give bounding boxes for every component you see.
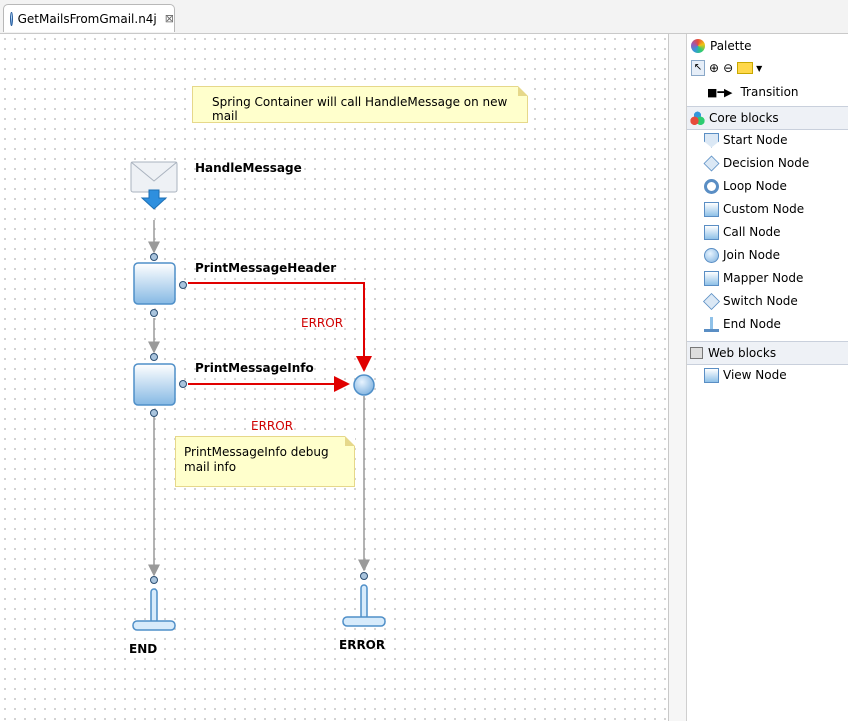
- note-tool-icon[interactable]: [737, 62, 754, 74]
- palette-header: Palette: [687, 36, 848, 56]
- zoom-out-icon[interactable]: ⊖: [723, 61, 733, 75]
- palette-item-view-node[interactable]: View Node: [687, 365, 848, 385]
- start-node-icon: [704, 132, 719, 148]
- chevron-down-icon[interactable]: ▼: [756, 64, 762, 73]
- end-node: [132, 576, 176, 631]
- palette-icon: [691, 39, 705, 53]
- transition-arrow-icon: ■━▶: [707, 85, 733, 99]
- item-label: Call Node: [723, 225, 781, 239]
- vertical-scrollbar[interactable]: [669, 34, 687, 721]
- palette-item-switch-node[interactable]: Switch Node: [687, 291, 848, 311]
- mapper-node-icon: [704, 270, 719, 286]
- select-arrow-icon[interactable]: ↖: [691, 60, 705, 76]
- loop-node-icon: [704, 178, 719, 194]
- item-label: Join Node: [723, 248, 780, 262]
- end-node-icon: [704, 316, 719, 332]
- join-node-icon: [704, 247, 719, 263]
- palette-item-mapper-node[interactable]: Mapper Node: [687, 268, 848, 288]
- decision-node-icon: [703, 155, 720, 171]
- edge-label-error: ERROR: [251, 419, 294, 433]
- palette-section-core[interactable]: Core blocks: [687, 106, 848, 130]
- web-blocks-icon: [690, 347, 703, 359]
- item-label: Custom Node: [723, 202, 805, 216]
- section-label: Web blocks: [708, 346, 777, 360]
- palette-item-decision-node[interactable]: Decision Node: [687, 153, 848, 173]
- item-label: Mapper Node: [723, 271, 804, 285]
- node-label-error[interactable]: ERROR: [339, 638, 385, 652]
- node-label-end[interactable]: END: [129, 642, 157, 656]
- palette-title: Palette: [710, 39, 752, 53]
- node-label-handle[interactable]: HandleMessage: [195, 161, 302, 175]
- custom-node-info: [133, 363, 176, 406]
- note-debug-info[interactable]: PrintMessageInfo debug mail info: [175, 436, 355, 487]
- view-node-icon: [704, 367, 719, 383]
- note-text: PrintMessageInfo debug mail info: [184, 445, 329, 474]
- custom-node-icon: [704, 201, 719, 217]
- item-label: Switch Node: [723, 294, 798, 308]
- join-node: [353, 374, 375, 396]
- item-label: Start Node: [723, 133, 788, 147]
- item-label: Decision Node: [723, 156, 810, 170]
- section-label: Core blocks: [709, 111, 779, 125]
- item-label: Transition: [740, 85, 799, 99]
- palette-section-web[interactable]: Web blocks: [687, 341, 848, 365]
- palette-item-custom-node[interactable]: Custom Node: [687, 199, 848, 219]
- envelope-icon: [130, 161, 178, 210]
- edge-label-error: ERROR: [301, 316, 344, 330]
- note-text: Spring Container will call HandleMessage…: [212, 95, 508, 123]
- palette-item-loop-node[interactable]: Loop Node: [687, 176, 848, 196]
- palette-item-start-node[interactable]: Start Node: [687, 130, 848, 150]
- node-label-info[interactable]: PrintMessageInfo: [195, 361, 314, 375]
- note-spring-container[interactable]: Spring Container will call HandleMessage…: [192, 86, 528, 123]
- item-label: Loop Node: [723, 179, 787, 193]
- palette-item-end-node[interactable]: End Node: [687, 314, 848, 334]
- call-node-icon: [704, 224, 719, 240]
- palette-item-transition[interactable]: ■━▶ Transition: [687, 82, 848, 102]
- item-label: End Node: [723, 317, 781, 331]
- switch-node-icon: [703, 292, 720, 310]
- palette-toolbar: ↖ ⊕ ⊖ ▼: [687, 58, 848, 78]
- core-blocks-icon: [690, 111, 705, 125]
- palette-item-join-node[interactable]: Join Node: [687, 245, 848, 265]
- palette-item-call-node[interactable]: Call Node: [687, 222, 848, 242]
- zoom-in-icon[interactable]: ⊕: [709, 61, 719, 75]
- error-end-node: [342, 572, 386, 627]
- palette-panel: Palette ↖ ⊕ ⊖ ▼ ■━▶ Transition Core bloc…: [687, 34, 848, 721]
- node-label-header[interactable]: PrintMessageHeader: [195, 261, 336, 275]
- custom-node-header: [133, 262, 176, 305]
- item-label: View Node: [723, 368, 787, 382]
